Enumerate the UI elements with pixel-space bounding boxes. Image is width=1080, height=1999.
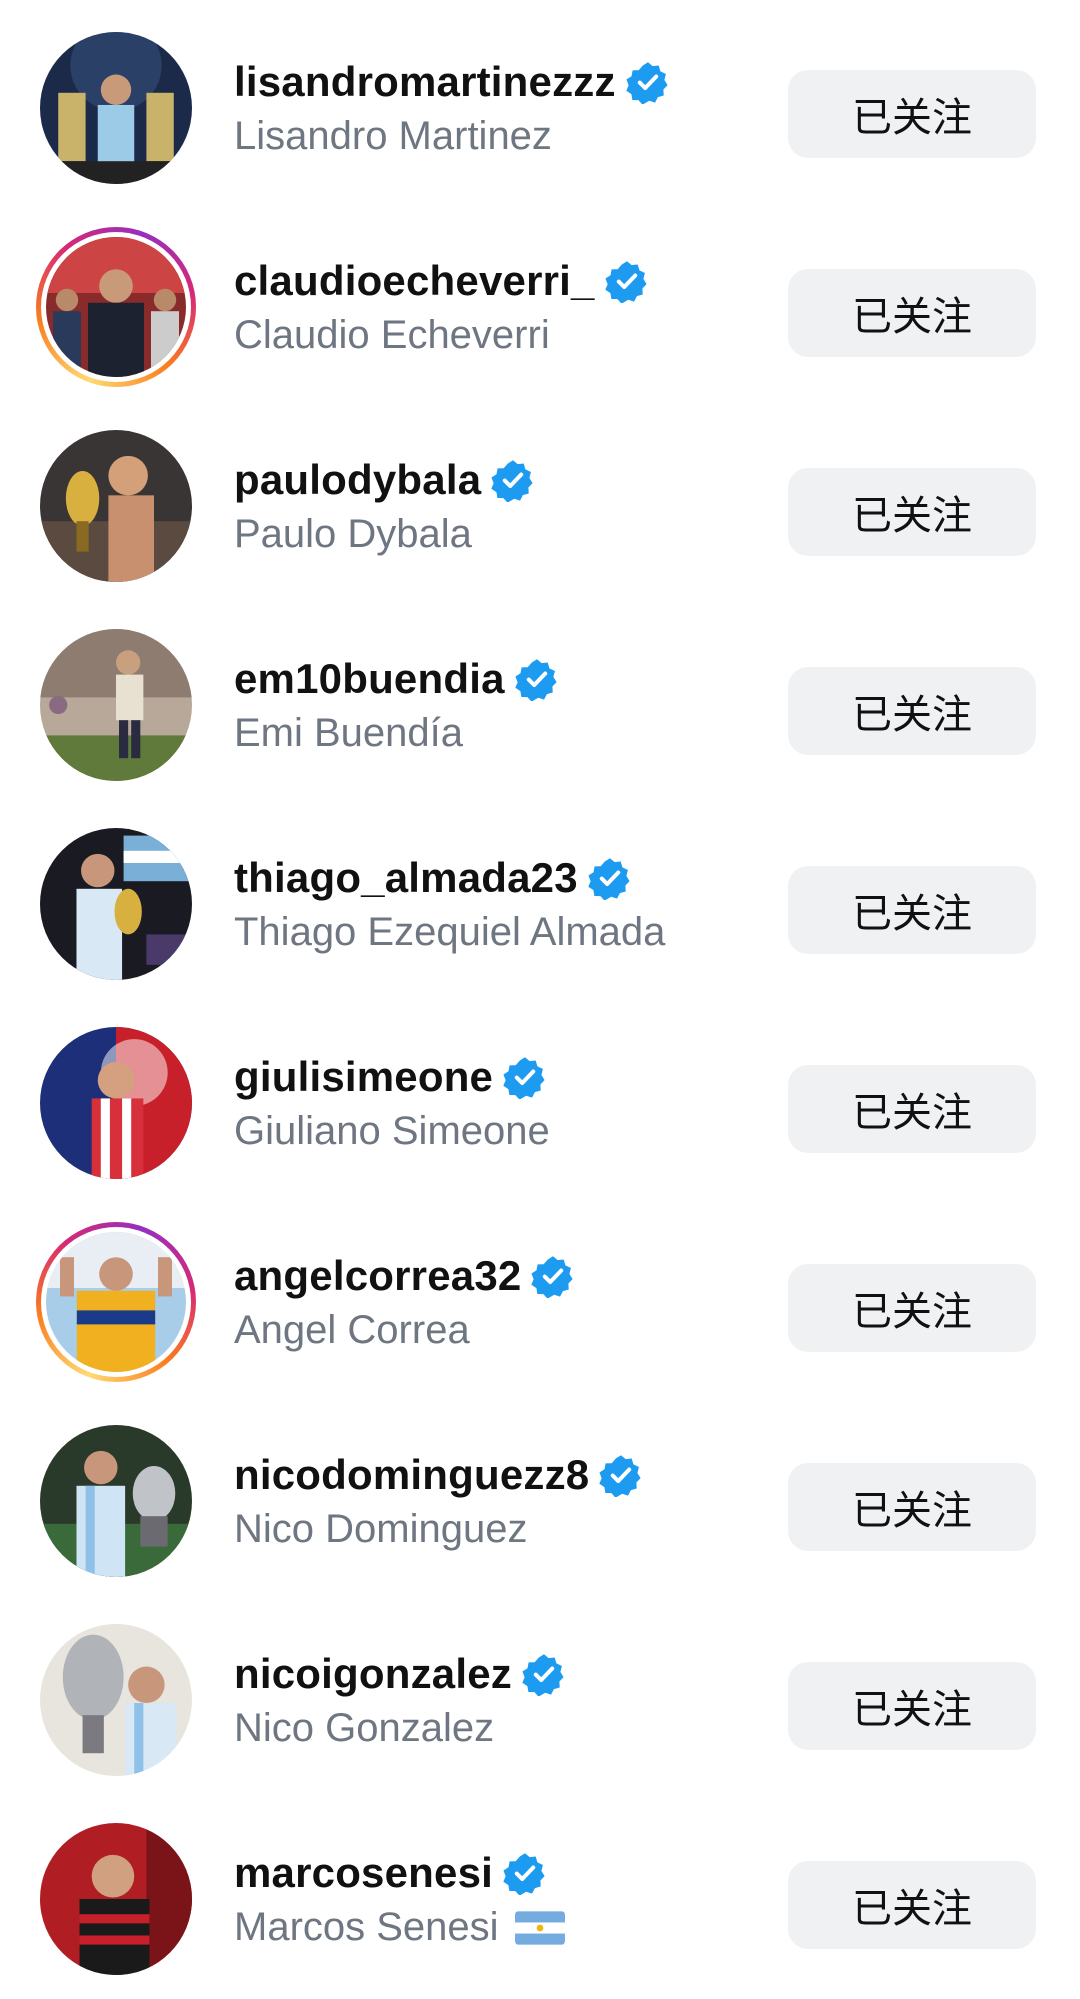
- list-item[interactable]: nicodominguezz8 Nico Dominguez 已关注: [0, 1401, 1080, 1601]
- fullname: Thiago Ezequiel Almada: [234, 910, 666, 954]
- avatar[interactable]: [40, 1425, 192, 1577]
- list-item[interactable]: marcosenesi Marcos Senesi 已关注: [0, 1799, 1080, 1999]
- following-button[interactable]: 已关注: [788, 1463, 1036, 1551]
- username[interactable]: thiago_almada23: [234, 854, 578, 902]
- list-item[interactable]: em10buendia Emi Buendía 已关注: [0, 605, 1080, 805]
- list-item[interactable]: thiago_almada23 Thiago Ezequiel Almada 已…: [0, 804, 1080, 1004]
- username[interactable]: paulodybala: [234, 456, 481, 504]
- username[interactable]: em10buendia: [234, 655, 505, 703]
- list-item[interactable]: angelcorrea32 Angel Correa 已关注: [0, 1202, 1080, 1402]
- verified-badge-icon: [503, 1853, 545, 1895]
- following-button[interactable]: 已关注: [788, 1861, 1036, 1949]
- following-button[interactable]: 已关注: [788, 1662, 1036, 1750]
- verified-badge-icon: [626, 62, 668, 104]
- username[interactable]: nicoigonzalez: [234, 1650, 512, 1698]
- list-item[interactable]: paulodybala Paulo Dybala 已关注: [0, 406, 1080, 606]
- username[interactable]: giulisimeone: [234, 1053, 493, 1101]
- verified-badge-icon: [491, 460, 533, 502]
- avatar[interactable]: [40, 629, 192, 781]
- username[interactable]: angelcorrea32: [234, 1252, 521, 1300]
- verified-badge-icon: [514, 659, 557, 701]
- fullname: Lisandro Martinez: [234, 114, 552, 158]
- avatar-container[interactable]: [36, 1023, 196, 1183]
- following-button[interactable]: 已关注: [788, 866, 1036, 954]
- avatar[interactable]: [40, 1624, 192, 1776]
- following-button[interactable]: 已关注: [788, 667, 1036, 755]
- fullname: Nico Gonzalez: [234, 1706, 495, 1750]
- username[interactable]: claudioecheverri_: [234, 257, 595, 305]
- avatar-container-story-ring[interactable]: [36, 1222, 196, 1382]
- username[interactable]: lisandromartinezzz: [234, 58, 616, 106]
- avatar-container[interactable]: [36, 824, 196, 984]
- username[interactable]: nicodominguezz8: [234, 1451, 589, 1499]
- argentina-flag-icon: [514, 1910, 565, 1945]
- verified-badge-icon: [604, 261, 647, 303]
- verified-badge-icon: [531, 1256, 574, 1298]
- fullname: Giuliano Simeone: [234, 1109, 550, 1153]
- fullname: Angel Correa: [234, 1308, 470, 1352]
- following-button[interactable]: 已关注: [788, 70, 1036, 158]
- list-item[interactable]: nicoigonzalez Nico Gonzalez 已关注: [0, 1600, 1080, 1800]
- fullname: Claudio Echeverri: [234, 313, 550, 357]
- avatar[interactable]: [40, 1823, 192, 1975]
- avatar-container[interactable]: [36, 28, 196, 188]
- verified-badge-icon: [588, 858, 630, 900]
- fullname: Paulo Dybala: [234, 512, 472, 556]
- verified-badge-icon: [522, 1654, 564, 1696]
- fullname: Marcos Senesi: [234, 1905, 754, 1950]
- list-item[interactable]: lisandromartinezzz Lisandro Martinez 已关注: [0, 8, 1080, 208]
- following-list: lisandromartinezzz Lisandro Martinez 已关注…: [0, 0, 1080, 1979]
- list-item[interactable]: claudioecheverri_ Claudio Echeverri 已关注: [0, 207, 1080, 407]
- avatar[interactable]: [46, 237, 186, 377]
- avatar-container[interactable]: [36, 1819, 196, 1979]
- avatar[interactable]: [40, 32, 192, 184]
- following-button[interactable]: 已关注: [788, 1264, 1036, 1352]
- avatar[interactable]: [40, 430, 192, 582]
- avatar-container[interactable]: [36, 1620, 196, 1780]
- following-button[interactable]: 已关注: [788, 468, 1036, 556]
- following-button[interactable]: 已关注: [788, 269, 1036, 357]
- avatar[interactable]: [40, 1027, 192, 1179]
- list-item[interactable]: giulisimeone Giuliano Simeone 已关注: [0, 1003, 1080, 1203]
- fullname: Emi Buendía: [234, 711, 464, 755]
- verified-badge-icon: [503, 1057, 545, 1099]
- following-button[interactable]: 已关注: [788, 1065, 1036, 1153]
- avatar-container[interactable]: [36, 426, 196, 586]
- avatar-container-story-ring[interactable]: [36, 227, 196, 387]
- avatar[interactable]: [46, 1232, 186, 1372]
- username[interactable]: marcosenesi: [234, 1849, 493, 1897]
- fullname: Nico Dominguez: [234, 1507, 528, 1551]
- avatar-container[interactable]: [36, 1421, 196, 1581]
- verified-badge-icon: [599, 1455, 641, 1497]
- avatar-container[interactable]: [36, 625, 196, 785]
- avatar[interactable]: [40, 828, 192, 980]
